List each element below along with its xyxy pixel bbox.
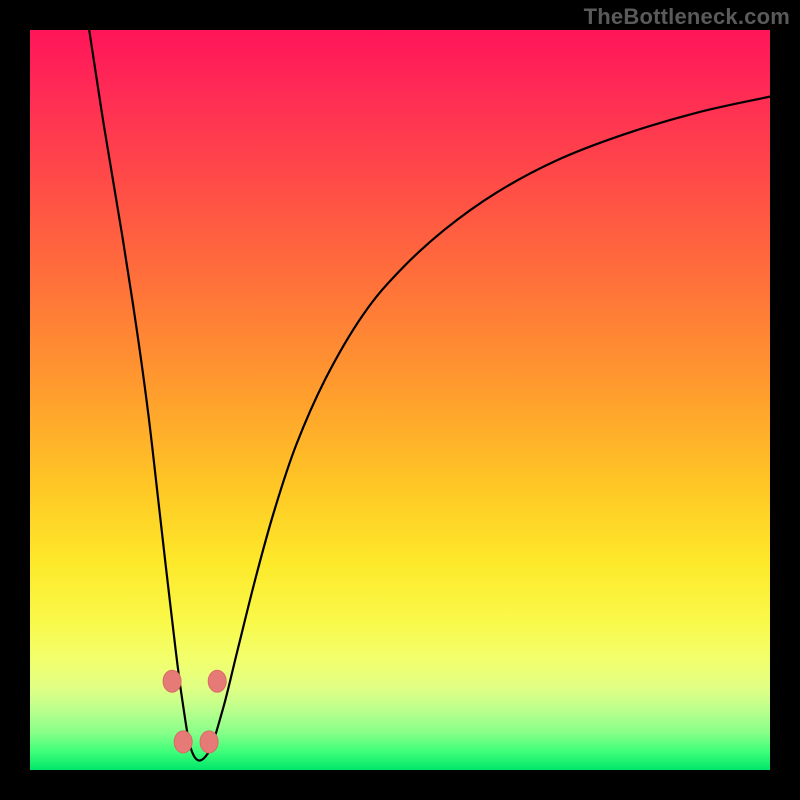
watermark-text: TheBottleneck.com	[584, 4, 790, 30]
chart-stage: TheBottleneck.com	[0, 0, 800, 800]
plot-area	[30, 30, 770, 770]
trough-marker	[200, 731, 218, 753]
trough-marker	[174, 731, 192, 753]
trough-marker	[163, 670, 181, 692]
trough-marker	[208, 670, 226, 692]
trough-markers	[30, 30, 770, 770]
